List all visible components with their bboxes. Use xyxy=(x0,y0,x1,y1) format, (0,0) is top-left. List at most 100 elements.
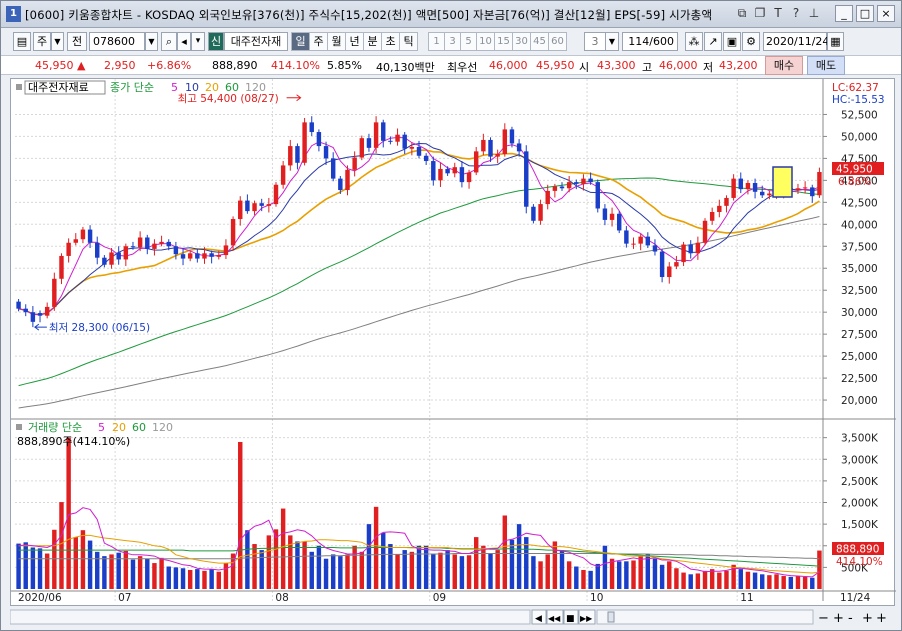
minute-option[interactable]: 3 xyxy=(444,32,461,51)
minute-option[interactable]: 45 xyxy=(530,32,549,51)
candle-body xyxy=(288,146,293,166)
tab-day[interactable]: 일 xyxy=(291,32,310,51)
candle-body xyxy=(574,182,579,184)
volume-bar xyxy=(359,551,365,589)
sell-button[interactable]: 매도 xyxy=(807,56,845,75)
help-icon[interactable]: ? xyxy=(789,6,803,21)
zoom-slider-handle[interactable] xyxy=(607,611,615,623)
volume-bar xyxy=(466,555,472,589)
rewind-icon[interactable]: ◀◀ xyxy=(548,614,561,623)
tab-month[interactable]: 월 xyxy=(327,32,346,51)
layout-icon[interactable]: ▤ xyxy=(13,32,31,51)
draw-tool-icon[interactable]: ↗ xyxy=(704,32,722,51)
candle-body xyxy=(616,213,622,231)
volume-bar xyxy=(588,570,593,589)
chart-area[interactable]: 52,500 50,000 47,500 45,000 42,500 40,000 37,5… xyxy=(10,78,896,607)
minute-option[interactable]: 60 xyxy=(548,32,567,51)
tab-second[interactable]: 초 xyxy=(381,32,400,51)
minute-option[interactable]: 10 xyxy=(476,32,495,51)
text-icon[interactable]: T xyxy=(771,6,785,21)
candle-body xyxy=(16,301,21,309)
panel-handle-icon[interactable] xyxy=(16,84,22,90)
volume-legend-label: 거래량 단순 xyxy=(28,421,82,434)
candle-body xyxy=(166,241,171,247)
price-change: 2,950 xyxy=(104,59,136,72)
close-button[interactable]: × xyxy=(877,5,895,22)
pin-icon[interactable]: ⊥ xyxy=(807,6,821,21)
restore-icon[interactable]: ⧉ xyxy=(735,6,749,21)
save-icon[interactable]: ▣ xyxy=(723,32,741,51)
candle-body xyxy=(767,193,772,196)
minimize-button[interactable]: _ xyxy=(835,5,853,22)
stop-icon[interactable]: ■ xyxy=(566,614,575,624)
stock-code-input[interactable]: 078600 xyxy=(89,32,145,51)
panel-add-button[interactable]: + xyxy=(862,611,873,626)
tab-year[interactable]: 년 xyxy=(345,32,364,51)
candle-body xyxy=(688,244,693,254)
volume-bar xyxy=(202,570,207,589)
minute-option[interactable]: 5 xyxy=(460,32,477,51)
copy-icon[interactable]: ❐ xyxy=(753,6,767,21)
jeon-button[interactable]: 전 xyxy=(67,32,87,51)
low-annotation: 최저 28,300 (06/15) xyxy=(49,322,150,334)
last-rate-label: 6.86% xyxy=(838,176,871,188)
price-axis-label: 30,000 xyxy=(841,307,878,319)
window-number-badge[interactable]: 1 xyxy=(6,6,21,22)
volume-bar xyxy=(209,569,214,589)
candle-body xyxy=(395,134,400,142)
candle-body xyxy=(245,200,250,212)
candle-body xyxy=(66,242,71,256)
stock-name-field[interactable]: 대주전자재 xyxy=(224,32,288,51)
speaker-icon[interactable]: ◂ xyxy=(177,32,191,51)
tab-week[interactable]: 주 xyxy=(309,32,328,51)
candle-body xyxy=(502,129,508,154)
interval-input[interactable]: 3 xyxy=(584,32,606,51)
minute-option[interactable]: 15 xyxy=(494,32,513,51)
zoom-in-button[interactable]: + xyxy=(833,611,844,626)
tab-tick[interactable]: 틱 xyxy=(399,32,418,51)
volume-bar xyxy=(259,550,264,589)
next-candle-marker xyxy=(772,166,793,198)
zoom-track[interactable] xyxy=(596,609,814,625)
date-input[interactable]: 2020/11/24 xyxy=(763,32,829,51)
add-icon[interactable]: + xyxy=(876,611,887,626)
search-icon[interactable]: ⌕ xyxy=(161,32,177,51)
volume-bar xyxy=(280,508,286,589)
chevron-down-icon[interactable]: ▼ xyxy=(51,32,64,51)
indicator-icon[interactable]: ⁂ xyxy=(685,32,703,51)
calendar-icon[interactable]: ▦ xyxy=(827,32,844,51)
candle-body xyxy=(495,154,500,157)
volume-bar xyxy=(166,566,171,589)
gear-icon[interactable]: ⚙ xyxy=(742,32,760,51)
high-arrow-icon xyxy=(286,94,302,102)
maximize-button[interactable]: □ xyxy=(856,5,874,22)
volume-bar xyxy=(452,554,457,589)
candle-body xyxy=(545,190,550,205)
volume-bar xyxy=(795,576,801,589)
prev-stock-icon[interactable]: ▾ xyxy=(191,32,205,51)
data-count[interactable]: 114/600 xyxy=(622,32,678,51)
low-label: 저 xyxy=(703,61,714,74)
fast-forward-icon[interactable]: ▶▶ xyxy=(580,614,593,623)
volume-bar xyxy=(495,550,500,589)
buy-button[interactable]: 매수 xyxy=(765,56,803,75)
code-dropdown-icon[interactable]: ▼ xyxy=(145,32,158,51)
volume-bar xyxy=(173,567,179,589)
tab-minute[interactable]: 분 xyxy=(363,32,382,51)
minute-option[interactable]: 30 xyxy=(512,32,531,51)
candle-body xyxy=(259,203,264,206)
volume-panel-handle-icon[interactable] xyxy=(16,424,22,430)
play-back-icon[interactable]: ◀ xyxy=(535,614,542,624)
minute-option[interactable]: 1 xyxy=(428,32,445,51)
open-label: 시 xyxy=(579,61,590,74)
zoom-out-button[interactable]: − xyxy=(818,611,829,626)
ju-selector[interactable]: 주 xyxy=(33,32,51,51)
stock-chart[interactable]: 52,50050,00047,50045,00042,50040,00037,5… xyxy=(11,79,896,607)
panel-remove-button[interactable]: - xyxy=(848,611,853,626)
candle-body xyxy=(345,169,350,191)
volume-bar xyxy=(338,556,343,589)
candle-body xyxy=(659,251,665,278)
volume-bar xyxy=(531,556,536,589)
interval-dropdown-icon[interactable]: ▼ xyxy=(605,32,619,51)
scroll-track[interactable] xyxy=(9,609,531,625)
